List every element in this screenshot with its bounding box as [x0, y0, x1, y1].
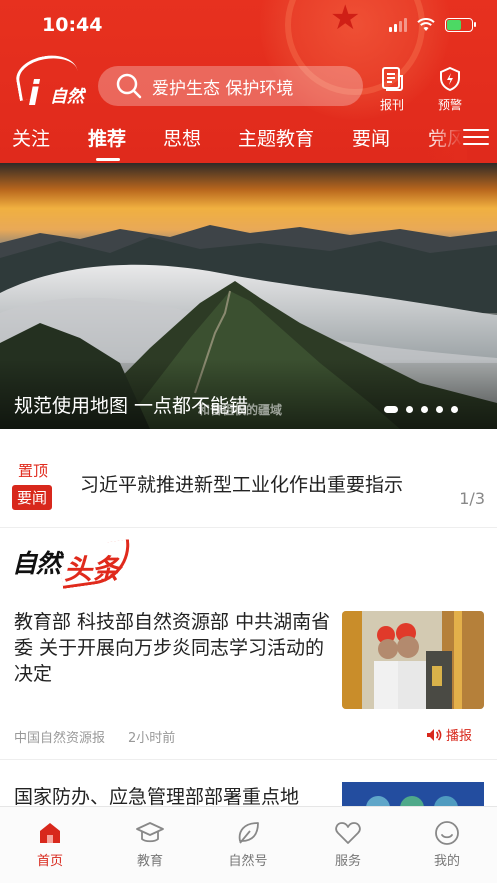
pinned-label: 置顶 — [18, 462, 49, 480]
pinned-counter: 1/3 — [459, 489, 485, 508]
graduation-cap-icon — [136, 822, 164, 843]
smiley-icon — [435, 821, 459, 845]
speaker-icon — [427, 728, 442, 741]
article-title[interactable]: 国家防办、应急管理部部署重点地 — [14, 782, 299, 807]
carousel-dots — [384, 406, 458, 413]
play-label: 播报 — [446, 729, 473, 744]
workers-photo — [342, 611, 484, 709]
wifi-icon — [417, 18, 435, 31]
heart-icon — [335, 822, 361, 844]
article-time: 2小时前 — [128, 731, 176, 746]
banner-watermark: 和普祖权的疆域 — [198, 403, 283, 417]
newspaper-button[interactable]: 报刊 — [371, 66, 413, 113]
battery-icon — [445, 18, 476, 32]
article-source: 中国自然资源报 — [14, 731, 106, 746]
search-bar[interactable]: 爱护生态 保护环境 — [98, 66, 363, 106]
search-placeholder: 爱护生态 保护环境 — [152, 78, 294, 99]
news-article[interactable]: 教育部 科技部自然资源部 中共湖南省委 关于开展向万步炎同志学习活动的决定 中国… — [0, 605, 497, 760]
active-tab-indicator — [96, 158, 120, 161]
banner-carousel[interactable]: 规范使用地图 一点都不能错 和普祖权的疆域 — [0, 163, 497, 429]
news-badge: 要闻 — [12, 485, 53, 510]
channel-tabs: 关注 推荐 思想 主题教育 要闻 党风 — [0, 122, 497, 162]
signal-icon — [389, 18, 407, 32]
tab-theme-education[interactable]: 主题教育 — [238, 124, 314, 151]
nav-profile[interactable]: 我的 — [412, 819, 482, 869]
article-title[interactable]: 教育部 科技部自然资源部 中共湖南省委 关于开展向万步炎同志学习活动的决定 — [14, 609, 334, 687]
nature-headlines-logo: 自然 头条 — [12, 539, 142, 590]
warning-shield-icon — [440, 66, 460, 92]
nav-nature-account-label: 自然号 — [228, 854, 268, 869]
nav-nature-account[interactable]: 自然号 — [213, 819, 283, 869]
news-article[interactable]: 国家防办、应急管理部部署重点地 — [0, 762, 497, 807]
warning-button[interactable]: 预警 — [429, 66, 471, 113]
menu-icon[interactable] — [463, 124, 489, 148]
tab-headlines[interactable]: 要闻 — [352, 124, 390, 151]
carousel-dot[interactable] — [406, 406, 413, 413]
search-icon — [116, 73, 142, 99]
status-time: 10:44 — [42, 14, 103, 36]
bottom-navigation: 首页 教育 自然号 服务 我的 — [0, 806, 497, 883]
status-icons — [389, 18, 476, 32]
carousel-dot[interactable] — [451, 406, 458, 413]
pinned-news[interactable]: 置顶 要闻 习近平就推进新型工业化作出重要指示 1/3 — [0, 430, 497, 528]
nav-service[interactable]: 服务 — [313, 819, 383, 869]
article-thumbnail[interactable] — [342, 611, 484, 709]
nav-service-label: 服务 — [334, 854, 361, 869]
newspaper-label: 报刊 — [379, 98, 404, 112]
pinned-title[interactable]: 习近平就推进新型工业化作出重要指示 — [80, 470, 403, 497]
star-icon: ★ — [330, 0, 361, 38]
leaf-icon — [238, 822, 259, 844]
carousel-dot[interactable] — [436, 406, 443, 413]
nav-home-label: 首页 — [36, 854, 63, 869]
warning-label: 预警 — [437, 98, 462, 112]
app-logo: i 自然 — [12, 50, 84, 114]
nav-education-label: 教育 — [136, 854, 163, 869]
newspaper-icon — [382, 67, 403, 91]
tab-thought[interactable]: 思想 — [163, 124, 201, 151]
nav-profile-label: 我的 — [433, 854, 460, 869]
app-header: ★ 10:44 i 自然 爱护生态 保护环境 报刊 预警 关注 推荐 思想 主题… — [0, 0, 497, 163]
home-icon — [40, 823, 60, 843]
tab-recommend[interactable]: 推荐 — [88, 124, 126, 151]
play-audio-button[interactable]: 播报 — [426, 725, 472, 744]
thumbnail-image — [342, 782, 484, 807]
nav-education[interactable]: 教育 — [115, 819, 185, 869]
tab-fade-overlay — [427, 122, 467, 160]
article-thumbnail[interactable] — [342, 782, 484, 807]
tab-follow[interactable]: 关注 — [12, 124, 50, 151]
carousel-dot[interactable] — [421, 406, 428, 413]
nav-home[interactable]: 首页 — [15, 819, 85, 869]
carousel-dot[interactable] — [384, 406, 398, 413]
